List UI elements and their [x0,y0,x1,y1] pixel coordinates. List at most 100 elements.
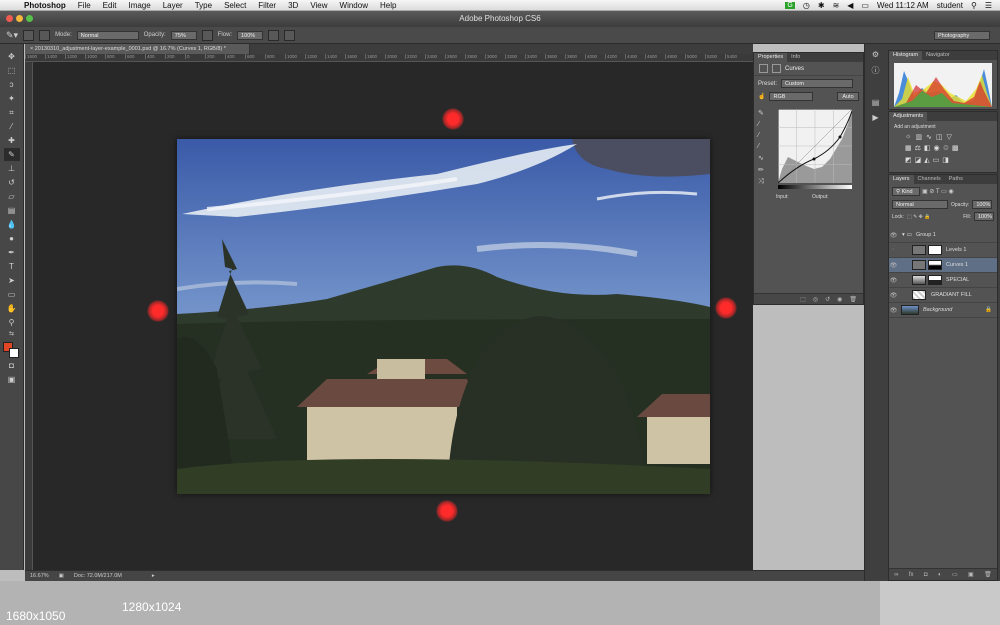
black-point-eyedropper-icon[interactable]: ⁄ [758,121,770,128]
type-tool-icon[interactable]: T [4,260,20,273]
levels-icon[interactable]: ▥ [915,133,922,141]
view-previous-icon[interactable]: ◎ [813,296,818,303]
quick-select-tool-icon[interactable]: ✦ [4,92,20,105]
mode-select[interactable]: Normal [76,30,139,40]
layer-mask-thumbnail[interactable] [928,275,942,285]
pencil-mode-icon[interactable]: ✏ [758,166,770,174]
hue-saturation-icon[interactable]: ▦ [905,144,912,152]
gray-point-eyedropper-icon[interactable]: ⁄ [758,132,770,139]
curves-graph[interactable] [778,109,852,183]
menu-user[interactable]: student [937,1,963,10]
tab-histogram[interactable]: Histogram [889,51,923,60]
brightness-contrast-icon[interactable]: ☼ [905,133,911,141]
hand-tool-icon[interactable]: ✋ [4,302,20,315]
layer-row-curves[interactable]: 👁 Curves 1 [889,258,997,273]
lasso-tool-icon[interactable]: ↄ [4,78,20,91]
tab-paths[interactable]: Paths [945,175,967,184]
menu-view[interactable]: View [310,1,327,10]
exposure-icon[interactable]: ◫ [936,133,943,141]
menu-layer[interactable]: Layer [163,1,183,10]
threshold-icon[interactable]: ◭ [924,156,929,164]
pressure-size-icon[interactable] [284,29,296,41]
menu-window[interactable]: Window [340,1,368,10]
volume-icon[interactable]: ◀ [847,1,853,10]
time-machine-icon[interactable]: ◷ [803,1,810,10]
layer-mask-thumbnail[interactable] [928,260,942,270]
preset-select[interactable]: Custom [781,79,854,88]
history-panel-icon[interactable]: ⚙ [872,50,879,59]
zoom-window-button[interactable] [26,15,33,22]
actions-panel-icon[interactable]: ▤ [872,98,880,107]
edit-points-icon[interactable]: ✎ [758,109,770,117]
status-menu-icon[interactable]: ▣ [59,573,64,579]
visibility-eye-icon[interactable]: 👁 [889,277,898,284]
search-icon[interactable]: ⚲ [971,1,977,10]
menu-image[interactable]: Image [128,1,150,10]
layer-mask-icon[interactable] [772,64,781,73]
color-balance-icon[interactable]: ⚖ [915,144,921,152]
selective-color-icon[interactable]: ◨ [942,156,949,164]
posterize-icon[interactable]: ◪ [915,156,922,164]
crop-tool-icon[interactable]: ⌗ [4,106,20,119]
quick-mask-icon[interactable]: ◘ [4,359,20,372]
brush-size-picker[interactable] [23,29,35,41]
tab-properties[interactable]: Properties [754,53,788,62]
tab-info[interactable]: Info [787,53,804,62]
workspace-select[interactable]: Photography [934,30,990,40]
opacity-field[interactable]: 75% [170,30,197,40]
new-adjustment-icon[interactable]: ◐ [938,572,942,578]
visibility-eye-icon[interactable]: 👁 [889,232,898,239]
curve-mode-icon[interactable]: ∿ [758,154,770,162]
layer-filter-kind[interactable]: ⚲ Kind [892,187,920,196]
dodge-tool-icon[interactable]: ● [4,232,20,245]
vibrance-icon[interactable]: ▽ [947,133,952,141]
doc-size[interactable]: Doc: 72.0M/217.0M [74,573,122,579]
curves-icon[interactable]: ∿ [926,133,932,141]
filter-icons[interactable]: ▣ ⊘ T ▭ ◉ [922,188,954,195]
layer-row-special[interactable]: 👁 SPECIAL [889,273,997,288]
visibility-eye-icon[interactable]: 👁 [889,307,898,314]
menu-type[interactable]: Type [195,1,212,10]
visibility-eye-icon[interactable]: 👁 [889,262,898,269]
brush-panel-toggle-icon[interactable] [39,29,51,41]
eyedropper-tool-icon[interactable]: ⁄ [4,120,20,133]
layer-mask-thumbnail[interactable] [928,245,942,255]
visibility-off-box[interactable]: ▫ [889,247,898,253]
layer-row-background[interactable]: 👁 Background 🔒 [889,303,997,318]
menu-3d[interactable]: 3D [288,1,298,10]
gradient-tool-icon[interactable]: ▤ [4,204,20,217]
menu-help[interactable]: Help [380,1,396,10]
minimize-window-button[interactable] [16,15,23,22]
info-panel-icon[interactable]: ⓘ [872,65,880,76]
layer-row-group[interactable]: 👁 ▾ ▭ Group 1 [889,228,997,243]
history-brush-tool-icon[interactable]: ↺ [4,176,20,189]
shape-tool-icon[interactable]: ▭ [4,288,20,301]
flow-field[interactable]: 100% [237,30,264,40]
move-tool-icon[interactable]: ✥ [4,50,20,63]
new-layer-icon[interactable]: ▣ [968,571,974,578]
hand-adjust-icon[interactable]: ☝ [758,93,765,100]
clip-to-layer-icon[interactable]: ⬚ [800,296,806,303]
menu-app-photoshop[interactable]: Photoshop [24,1,66,10]
wifi-icon[interactable]: ≋ [833,1,840,10]
black-white-icon[interactable]: ◧ [924,144,931,152]
tab-navigator[interactable]: Navigator [922,51,954,60]
status-green-badge[interactable]: G [785,1,795,9]
blur-tool-icon[interactable]: 💧 [4,218,20,231]
pen-tool-icon[interactable]: ✒ [4,246,20,259]
marquee-tool-icon[interactable]: ⬚ [4,64,20,77]
brush-tool-preset-icon[interactable]: ✎▾ [6,30,18,41]
channel-mixer-icon[interactable]: ♲ [943,144,949,152]
tab-channels[interactable]: Channels [914,175,945,184]
clone-stamp-tool-icon[interactable]: ⊥ [4,162,20,175]
swap-colors-icon[interactable]: ⇆ [4,330,20,338]
photo-filter-icon[interactable]: ◉ [934,144,940,152]
group-expand-icon[interactable]: ▾ [902,232,905,238]
zoom-tool-icon[interactable]: ⚲ [4,316,20,329]
menu-clock[interactable]: Wed 11:12 AM [877,1,929,10]
pressure-opacity-icon[interactable] [201,29,213,41]
link-layers-icon[interactable]: ∞ [894,572,898,578]
menu-filter[interactable]: Filter [258,1,276,10]
battery-icon[interactable]: ▭ [861,1,869,10]
smooth-icon[interactable]: ⤨ [758,178,770,186]
